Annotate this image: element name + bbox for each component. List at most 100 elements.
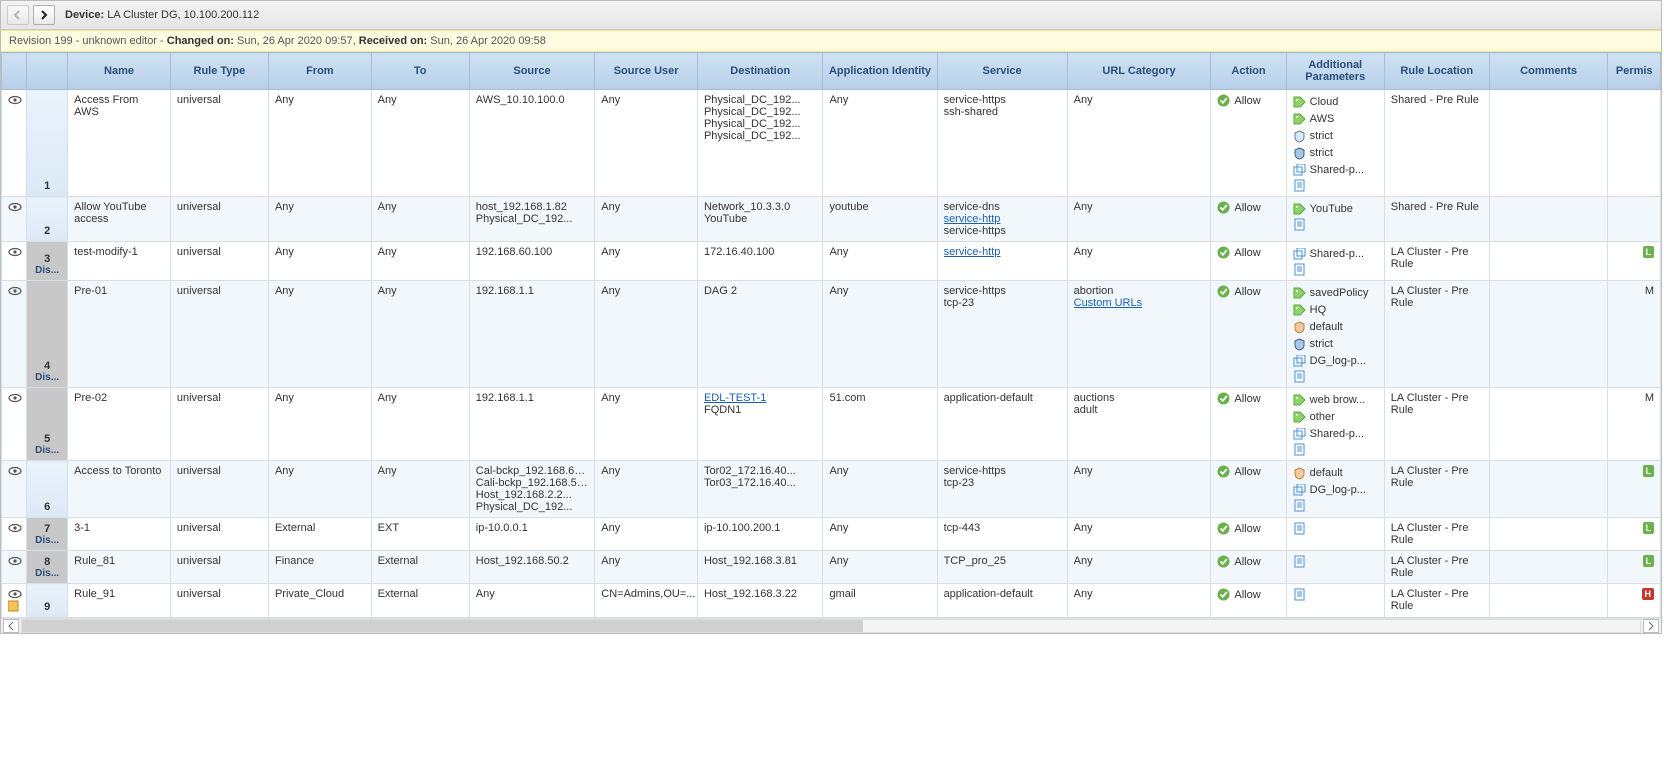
visibility-cell[interactable]: [2, 388, 27, 461]
doc-icon: [1293, 370, 1306, 383]
cell-line: AWS_10.10.100.0: [476, 94, 589, 106]
cell-line: Physical_DC_192...: [476, 501, 589, 513]
column-header[interactable]: Name: [68, 53, 171, 90]
link[interactable]: service-http: [944, 213, 1001, 225]
visibility-cell[interactable]: [2, 242, 27, 281]
additional-params-cell: YouTube: [1286, 197, 1384, 242]
caret-right-icon: [1648, 622, 1654, 630]
name-cell: Pre-01: [68, 281, 171, 388]
cell-line: Host_192.168.3.81: [704, 555, 817, 567]
table-row[interactable]: 9Rule_91universalPrivate_CloudExternalAn…: [2, 584, 1661, 618]
check-icon: [1217, 201, 1230, 214]
changed-on-label: Changed on:: [167, 35, 234, 47]
destination-cell: Tor02_172.16.40...Tor03_172.16.40...: [697, 461, 823, 518]
visibility-cell[interactable]: [2, 197, 27, 242]
cell-line: Cal-bckp_192.168.60...: [476, 465, 589, 477]
column-header[interactable]: Rule Type: [170, 53, 268, 90]
column-header[interactable]: Permis: [1608, 53, 1661, 90]
column-header[interactable]: To: [371, 53, 469, 90]
table-row[interactable]: 6Access to TorontouniversalAnyAnyCal-bck…: [2, 461, 1661, 518]
param-line: DG_log-p...: [1293, 482, 1378, 499]
table-row[interactable]: 7Dis...3-1universalExternalEXTip-10.0.0.…: [2, 518, 1661, 551]
scroll-thumb[interactable]: [22, 620, 863, 632]
visibility-cell[interactable]: [2, 90, 27, 197]
column-header[interactable]: Source User: [595, 53, 698, 90]
link[interactable]: Custom URLs: [1074, 297, 1142, 309]
rule-location-cell: LA Cluster - Pre Rule: [1384, 242, 1489, 281]
check-icon: [1217, 94, 1230, 107]
column-header[interactable]: URL Category: [1067, 53, 1211, 90]
column-header[interactable]: [27, 53, 68, 90]
doc-icon: [1293, 499, 1306, 512]
destination-cell: ip-10.100.200.1: [697, 518, 823, 551]
column-header[interactable]: Additional Parameters: [1286, 53, 1384, 90]
visibility-cell[interactable]: [2, 584, 27, 618]
rules-table: NameRule TypeFromToSourceSource UserDest…: [1, 52, 1661, 618]
source-user-cell: Any: [595, 197, 698, 242]
doc-icon: [1293, 588, 1306, 601]
column-header[interactable]: Destination: [697, 53, 823, 90]
additional-params-cell: [1286, 551, 1384, 584]
name-cell: 3-1: [68, 518, 171, 551]
table-row[interactable]: 1Access From AWSuniversalAnyAnyAWS_10.10…: [2, 90, 1661, 197]
url-category-cell: Any: [1067, 551, 1211, 584]
rule-location-cell: LA Cluster - Pre Rule: [1384, 461, 1489, 518]
column-header[interactable]: Service: [937, 53, 1067, 90]
caret-left-icon: [8, 622, 14, 630]
row-number-cell[interactable]: 1: [27, 90, 68, 197]
rule-type-cell: universal: [170, 461, 268, 518]
from-cell: Any: [268, 197, 371, 242]
scroll-left-button[interactable]: [3, 619, 19, 633]
row-number-cell[interactable]: 3Dis...: [27, 242, 68, 281]
source-cell: host_192.168.1.82Physical_DC_192...: [469, 197, 595, 242]
scroll-track[interactable]: [21, 619, 1641, 633]
row-number-cell[interactable]: 5Dis...: [27, 388, 68, 461]
nav-forward-button[interactable]: [33, 5, 55, 25]
column-header[interactable]: Application Identity: [823, 53, 937, 90]
row-number-cell[interactable]: 6: [27, 461, 68, 518]
row-number-cell[interactable]: 2: [27, 197, 68, 242]
param-line: [1293, 443, 1378, 456]
service-cell: service-httpstcp-23: [937, 461, 1067, 518]
column-header[interactable]: From: [268, 53, 371, 90]
source-cell: 192.168.1.1: [469, 281, 595, 388]
row-number-cell[interactable]: 4Dis...: [27, 281, 68, 388]
column-header[interactable]: Action: [1211, 53, 1286, 90]
row-number-cell[interactable]: 9: [27, 584, 68, 618]
nav-back-button[interactable]: [7, 5, 29, 25]
table-row[interactable]: 4Dis...Pre-01universalAnyAny192.168.1.1A…: [2, 281, 1661, 388]
table-row[interactable]: 5Dis...Pre-02universalAnyAny192.168.1.1A…: [2, 388, 1661, 461]
rule-type-cell: universal: [170, 518, 268, 551]
permission-badge: L: [1643, 465, 1655, 477]
row-number-cell[interactable]: 8Dis...: [27, 551, 68, 584]
cell-line: host_192.168.1.82: [476, 201, 589, 213]
visibility-cell[interactable]: [2, 551, 27, 584]
column-header[interactable]: Source: [469, 53, 595, 90]
cell-line: ip-10.0.0.1: [476, 522, 589, 534]
visibility-cell[interactable]: [2, 461, 27, 518]
row-number-cell[interactable]: 7Dis...: [27, 518, 68, 551]
url-category-cell: Any: [1067, 518, 1211, 551]
visibility-cell[interactable]: [2, 518, 27, 551]
link[interactable]: service-http: [944, 246, 1001, 258]
horizontal-scrollbar[interactable]: [1, 618, 1661, 633]
grid-scroll[interactable]: NameRule TypeFromToSourceSource UserDest…: [1, 52, 1661, 618]
column-header[interactable]: [2, 53, 27, 90]
cell-line: Host_192.168.50.2: [476, 555, 589, 567]
toolbar: Device: LA Cluster DG, 10.100.200.112: [1, 1, 1661, 30]
doc-icon: [1293, 218, 1306, 231]
column-header[interactable]: Comments: [1489, 53, 1608, 90]
device-label-prefix: Device:: [65, 9, 104, 21]
table-row[interactable]: 8Dis...Rule_81universalFinanceExternalHo…: [2, 551, 1661, 584]
column-header[interactable]: Rule Location: [1384, 53, 1489, 90]
table-row[interactable]: 3Dis...test-modify-1universalAnyAny192.1…: [2, 242, 1661, 281]
source-user-cell: Any: [595, 518, 698, 551]
visibility-cell[interactable]: [2, 281, 27, 388]
app-identity-cell: youtube: [823, 197, 937, 242]
permission-cell: M: [1608, 281, 1661, 388]
scroll-right-button[interactable]: [1643, 619, 1659, 633]
table-row[interactable]: 2Allow YouTube accessuniversalAnyAnyhost…: [2, 197, 1661, 242]
cell-line: Any: [1074, 588, 1205, 600]
link[interactable]: EDL-TEST-1: [704, 392, 766, 404]
check-icon: [1217, 555, 1230, 568]
